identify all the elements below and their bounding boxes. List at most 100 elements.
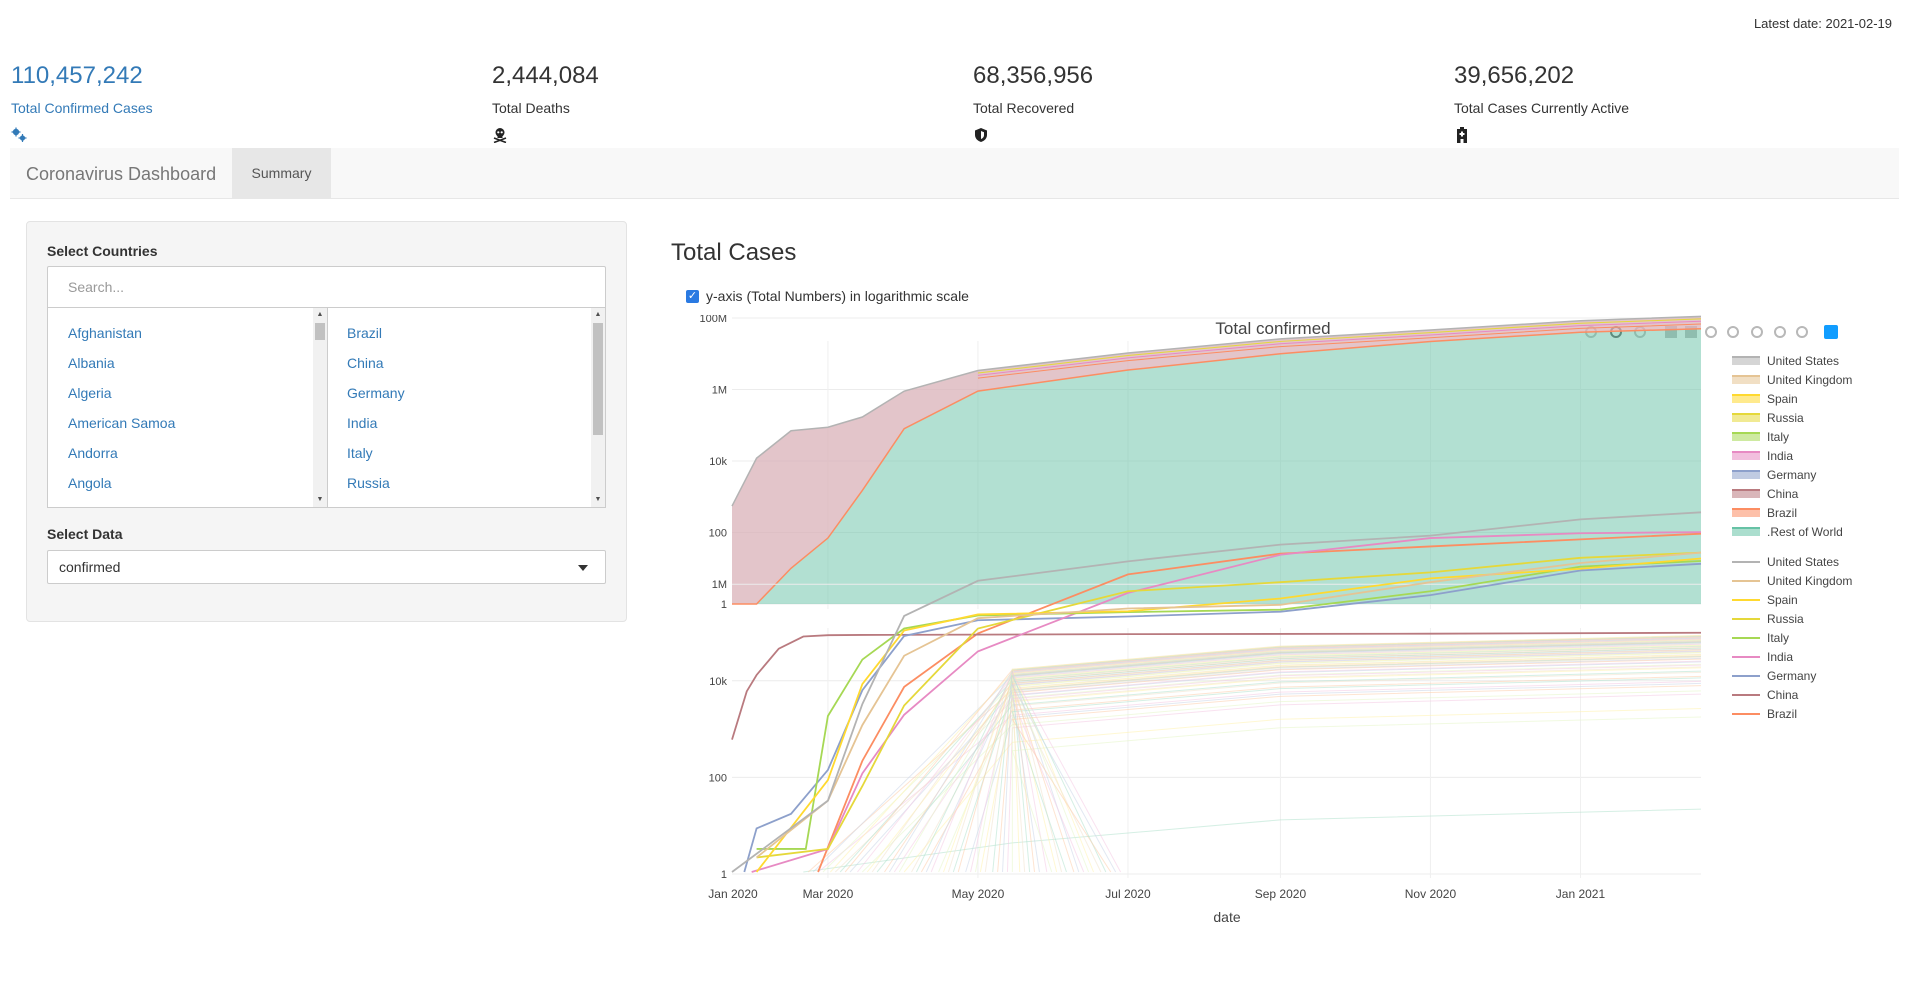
legend-swatch — [1732, 490, 1760, 498]
legend-item[interactable]: Italy — [1732, 631, 1789, 645]
scroll-up-icon[interactable]: ▲ — [313, 308, 327, 322]
legend-label: Russia — [1767, 612, 1804, 626]
list-item[interactable]: Angola — [68, 475, 112, 491]
legend-item[interactable]: United States — [1732, 555, 1839, 569]
legend-item[interactable]: Brazil — [1732, 707, 1797, 721]
legend-item[interactable]: China — [1732, 688, 1799, 702]
legend-label: Italy — [1767, 430, 1789, 444]
hover-closest-icon[interactable] — [1774, 326, 1786, 338]
scrollbar-thumb[interactable] — [593, 323, 603, 435]
log-scale-checkbox[interactable]: ✓ y-axis (Total Numbers) in logarithmic … — [686, 288, 969, 304]
legend-item[interactable]: India — [1732, 650, 1793, 664]
scrollbar-thumb[interactable] — [315, 323, 325, 340]
scroll-down-icon[interactable]: ▼ — [591, 493, 605, 507]
data-select[interactable]: confirmed — [47, 550, 606, 584]
stat-value: 110,457,242 — [11, 62, 143, 89]
search-input[interactable] — [48, 267, 605, 307]
legend-item[interactable]: United Kingdom — [1732, 574, 1852, 588]
x-axis: Jan 2020 Mar 2020 May 2020 Jul 2020 Sep 2020… — [708, 887, 1605, 901]
legend-item[interactable]: Italy — [1732, 430, 1789, 444]
list-item[interactable]: Albania — [68, 355, 115, 371]
autoscale-icon[interactable] — [1705, 326, 1717, 338]
country-line-faint — [1011, 685, 1702, 873]
list-item[interactable]: Andorra — [68, 445, 118, 461]
legend-label: India — [1767, 449, 1793, 463]
legend-label: Italy — [1767, 631, 1789, 645]
legend-swatch — [1732, 433, 1760, 441]
glyph — [1727, 326, 1739, 338]
list-item[interactable]: Italy — [347, 445, 373, 461]
y-tick-label: 100 — [709, 772, 727, 784]
legend-item[interactable]: India — [1732, 449, 1793, 463]
scroll-down-icon[interactable]: ▼ — [313, 493, 327, 507]
legend-item[interactable]: .Rest of World — [1732, 525, 1843, 539]
available-countries-list[interactable]: Afghanistan Albania Algeria American Sam… — [48, 308, 328, 507]
shield-icon — [975, 128, 987, 142]
legend-item[interactable]: Spain — [1732, 392, 1798, 406]
legend-label: India — [1767, 650, 1793, 664]
legend-swatch — [1732, 414, 1760, 422]
viruses-icon — [11, 127, 27, 142]
country-line-faint — [1011, 643, 1702, 873]
list-item[interactable]: China — [347, 355, 384, 371]
legend-label: Brazil — [1767, 707, 1797, 721]
legend-item[interactable]: China — [1732, 487, 1799, 501]
list-item[interactable]: India — [347, 415, 377, 431]
y-tick-label: 100M — [699, 315, 727, 325]
country-line-faint — [1011, 654, 1702, 873]
selected-scrollbar[interactable]: ▲ ▼ — [591, 308, 605, 507]
y-tick-label: 1 — [721, 869, 727, 881]
checkbox-checked-icon[interactable]: ✓ — [686, 289, 699, 303]
legend-item[interactable]: Germany — [1732, 468, 1816, 482]
country-multiselect: Afghanistan Albania Algeria American Sam… — [47, 307, 606, 508]
list-item[interactable]: Afghanistan — [68, 325, 142, 341]
x-tick-label: Nov 2020 — [1405, 887, 1457, 901]
list-item[interactable]: American Samoa — [68, 415, 175, 431]
hover-compare-icon[interactable] — [1796, 326, 1808, 338]
navbar-brand[interactable]: Coronavirus Dashboard — [26, 164, 216, 185]
list-item[interactable]: Algeria — [68, 385, 112, 401]
country-search[interactable] — [47, 266, 606, 308]
list-item[interactable]: Germany — [347, 385, 405, 401]
y-tick-label: 10k — [709, 676, 727, 688]
spike-lines-icon[interactable] — [1751, 326, 1763, 338]
chevron-down-icon — [578, 565, 588, 571]
stat-value: 39,656,202 — [1454, 62, 1575, 89]
country-line-faint — [903, 708, 1702, 873]
legend-item[interactable]: Russia — [1732, 612, 1804, 626]
legend-swatch — [1732, 471, 1760, 479]
y-tick-label: 1 — [721, 599, 727, 611]
list-item[interactable]: Russia — [347, 475, 390, 491]
legend-swatch — [1732, 357, 1760, 365]
legend-item[interactable]: Russia — [1732, 411, 1804, 425]
legend-label: United Kingdom — [1767, 574, 1852, 588]
select-countries-label: Select Countries — [47, 243, 158, 259]
sidebar-panel: Select Countries Afghanistan Albania Alg… — [26, 221, 627, 622]
legend-area[interactable]: United States United Kingdom Spain Russia It… — [1732, 354, 1852, 539]
legend-item[interactable]: Germany — [1732, 669, 1816, 683]
country-line-faint — [807, 655, 1702, 873]
scroll-up-icon[interactable]: ▲ — [591, 308, 605, 322]
legend-item[interactable]: Spain — [1732, 593, 1798, 607]
list-item[interactable]: Brazil — [347, 325, 382, 341]
glyph — [1796, 326, 1808, 338]
legend-label: Spain — [1767, 392, 1798, 406]
country-line-faint — [1011, 677, 1702, 873]
country-line-faint — [1011, 716, 1702, 873]
legend-label: United States — [1767, 354, 1839, 368]
home-icon[interactable] — [1727, 326, 1739, 338]
selected-countries-list[interactable]: Brazil China Germany India Italy Russia … — [328, 308, 605, 507]
legend-item[interactable]: Brazil — [1732, 506, 1797, 520]
stat-label: Total Recovered — [973, 100, 1075, 116]
total-confirmed-plot[interactable]: Total confirmed 100M1M10k1001 1M10k1001 … — [671, 315, 1910, 937]
legend-label: .Rest of World — [1767, 525, 1843, 539]
available-scrollbar[interactable]: ▲ ▼ — [313, 308, 327, 507]
legend-label: Germany — [1767, 468, 1816, 482]
legend-item[interactable]: United States — [1732, 354, 1839, 368]
legend-lines[interactable]: United States United Kingdom Spain Russia It… — [1732, 555, 1852, 721]
tab-summary[interactable]: Summary — [232, 148, 331, 198]
legend-item[interactable]: United Kingdom — [1732, 373, 1852, 387]
navbar: Coronavirus Dashboard Summary — [10, 148, 1899, 199]
plotly-logo-icon[interactable] — [1824, 325, 1838, 339]
country-line-faint — [920, 675, 1702, 873]
